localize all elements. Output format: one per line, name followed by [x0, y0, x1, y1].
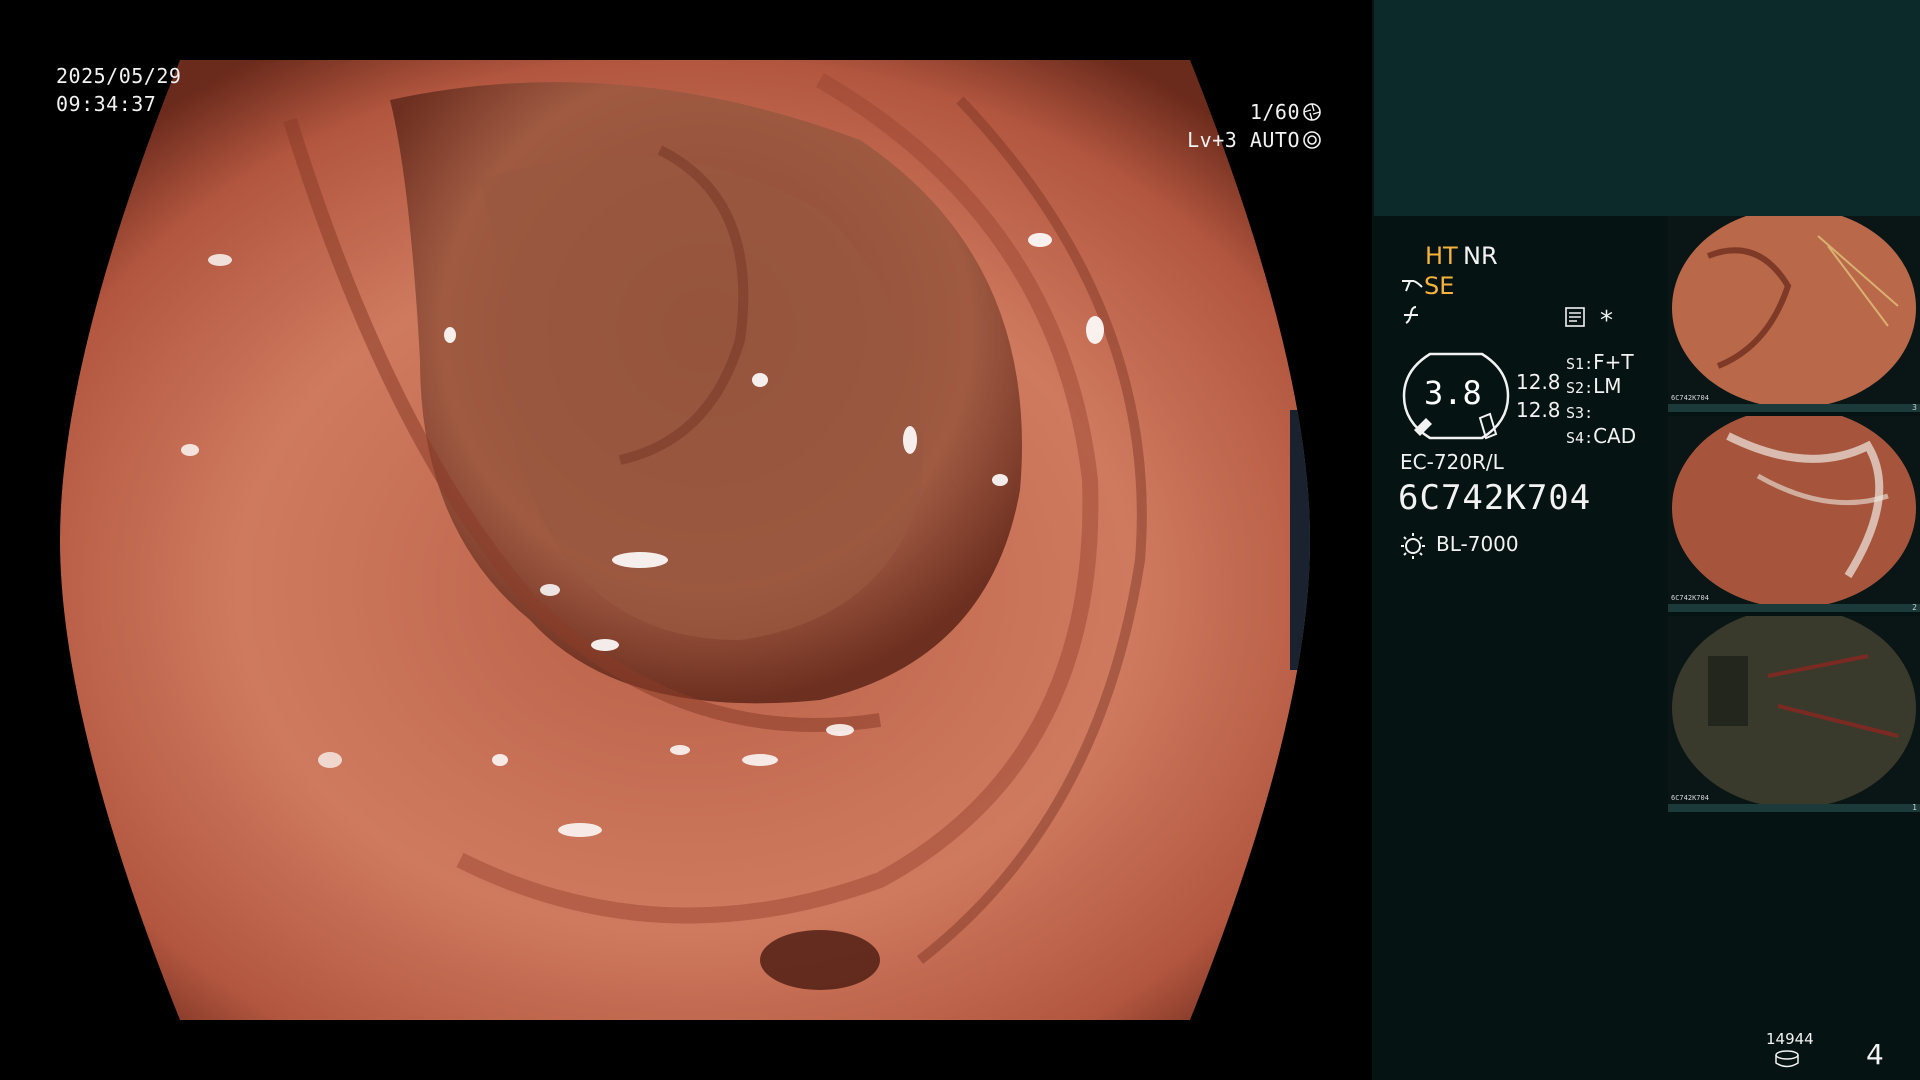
- thumbnail-index: 2: [1912, 603, 1917, 612]
- distance-value-2: 12.8: [1516, 398, 1561, 422]
- shutter-text: 1/60: [1249, 100, 1300, 124]
- switch-value: LM: [1593, 374, 1622, 398]
- thumbnail-image: [1672, 216, 1916, 404]
- switch-s1: S1:F+T: [1566, 350, 1634, 374]
- ht-label: HT: [1425, 242, 1458, 270]
- thumbnail-bar: [1668, 404, 1920, 412]
- thumbnail-image: [1672, 616, 1916, 804]
- freeze-icon: [1404, 306, 1418, 324]
- exposure-readout: 1/60 Lv+3 AUTO: [1122, 98, 1322, 154]
- auto-iris-icon: [1303, 131, 1321, 149]
- thumbnail-image: [1672, 416, 1916, 604]
- se-label: SE: [1424, 272, 1455, 300]
- switch-value: F+T: [1593, 350, 1634, 374]
- thumbnail-1[interactable]: 6C742K704 3: [1668, 216, 1920, 412]
- switch-key: S1: [1566, 355, 1585, 373]
- aperture-icon: [1303, 103, 1321, 121]
- scope-info-panel: HT NR SE * 3.8 12.8 12.8 S1:F+T S2:LM S3…: [1372, 216, 1668, 1080]
- document-icon: [1565, 307, 1585, 327]
- scope-model: EC-720R/L: [1400, 450, 1504, 474]
- distance-value-1: 12.8: [1516, 370, 1561, 394]
- switch-s4: S4:CAD: [1566, 424, 1637, 448]
- scope-serial: 6C742K704: [1398, 478, 1592, 518]
- thumbnail-caption: 6C742K704: [1671, 394, 1709, 402]
- star-marker: *: [1600, 306, 1613, 336]
- switch-s3: S3:: [1566, 404, 1594, 422]
- thumbnail-index: 3: [1912, 403, 1917, 412]
- gauge-value: 3.8: [1424, 374, 1482, 412]
- datetime-readout: 2025/05/29 09:34:37: [56, 62, 181, 118]
- image-count: 14944: [1766, 1030, 1814, 1048]
- switch-key: S3: [1566, 404, 1585, 422]
- enhancement-icon: [1402, 280, 1423, 292]
- thumbnail-caption: 6C742K704: [1671, 794, 1709, 802]
- switch-s2: S2:LM: [1566, 374, 1622, 398]
- side-panel-header: [1374, 0, 1920, 216]
- thumbnail-caption: 6C742K704: [1671, 594, 1709, 602]
- date-text: 2025/05/29: [56, 64, 182, 88]
- thumbnail-bar: [1668, 604, 1920, 612]
- thumbnail-2[interactable]: 6C742K704 2: [1668, 416, 1920, 612]
- storage-icon: [1775, 1050, 1799, 1068]
- thumbnail-index: 1: [1912, 803, 1917, 812]
- thumbnail-3[interactable]: 6C742K704 1: [1668, 616, 1920, 812]
- light-source-icon: [1401, 533, 1425, 559]
- switch-key: S4: [1566, 429, 1585, 447]
- level-text: Lv+3 AUTO: [1187, 128, 1300, 152]
- page-number: 4: [1866, 1038, 1884, 1071]
- nr-label: NR: [1463, 242, 1498, 270]
- light-source-model: BL-7000: [1436, 532, 1519, 556]
- time-text: 09:34:37: [56, 92, 157, 116]
- switch-key: S2: [1566, 379, 1585, 397]
- switch-value: CAD: [1593, 424, 1637, 448]
- endoscopic-image: [60, 60, 1310, 1020]
- thumbnail-bar: [1668, 804, 1920, 812]
- endoscope-main-view: 2025/05/29 09:34:37 1/60 Lv+3 AUTO: [0, 0, 1372, 1080]
